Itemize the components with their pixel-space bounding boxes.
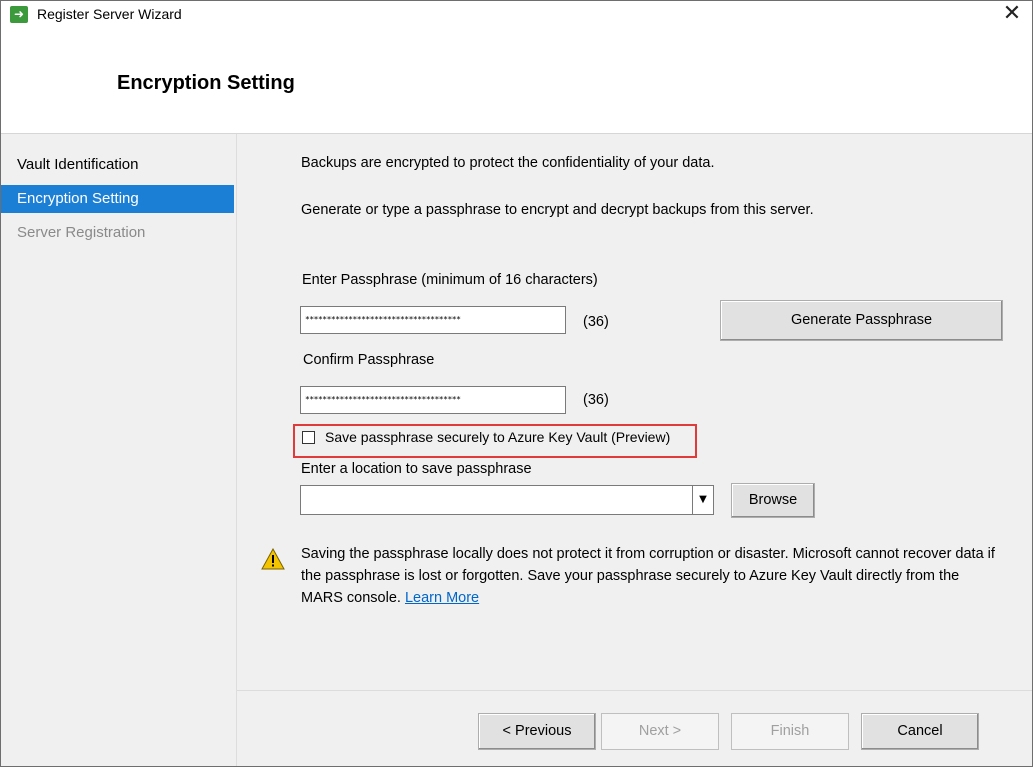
next-button: Next > [601, 713, 719, 750]
generate-passphrase-button[interactable]: Generate Passphrase [720, 300, 1003, 341]
passphrase-label: Enter Passphrase (minimum of 16 characte… [302, 272, 598, 288]
previous-button[interactable]: < Previous [478, 713, 596, 750]
keyvault-checkbox-label[interactable]: Save passphrase securely to Azure Key Va… [325, 429, 670, 445]
location-label: Enter a location to save passphrase [301, 461, 532, 477]
title-bar[interactable]: ➜ Register Server Wizard ✕ [1, 1, 1032, 29]
main-content: Backups are encrypted to protect the con… [237, 134, 1032, 766]
browse-button[interactable]: Browse [731, 483, 815, 518]
cancel-button[interactable]: Cancel [861, 713, 979, 750]
confirm-passphrase-input[interactable]: ************************************ [300, 386, 566, 414]
close-icon: ✕ [1002, 1, 1022, 26]
sidebar-item-encryption-setting[interactable]: Encryption Setting [1, 185, 234, 213]
passphrase-input[interactable]: ************************************ [300, 306, 566, 334]
wizard-header: Encryption Setting [1, 29, 1032, 134]
location-dropdown[interactable]: ▼ [300, 485, 714, 515]
warning-triangle-icon [261, 548, 285, 570]
window-title: Register Server Wizard [37, 6, 182, 22]
chevron-down-icon[interactable]: ▼ [692, 486, 713, 514]
finish-button: Finish [731, 713, 849, 750]
footer-divider [237, 690, 1032, 691]
learn-more-link[interactable]: Learn More [405, 590, 479, 606]
sidebar-item-vault-identification[interactable]: Vault Identification [1, 151, 234, 179]
close-button[interactable]: ✕ [998, 1, 1026, 27]
intro-text-1: Backups are encrypted to protect the con… [301, 155, 715, 171]
register-server-wizard-window: ➜ Register Server Wizard ✕ Encryption Se… [0, 0, 1033, 767]
keyvault-checkbox[interactable] [302, 431, 315, 444]
passphrase-length-count: (36) [583, 314, 609, 330]
sidebar-item-server-registration: Server Registration [17, 224, 146, 241]
confirm-length-count: (36) [583, 392, 609, 408]
arrow-right-icon: ➜ [10, 6, 28, 23]
warning-message: Saving the passphrase locally does not p… [301, 543, 1001, 609]
confirm-passphrase-label: Confirm Passphrase [303, 352, 435, 368]
intro-text-2: Generate or type a passphrase to encrypt… [301, 202, 814, 218]
wizard-steps-sidebar: Vault Identification Encryption Setting … [1, 134, 237, 766]
page-title: Encryption Setting [117, 72, 295, 94]
